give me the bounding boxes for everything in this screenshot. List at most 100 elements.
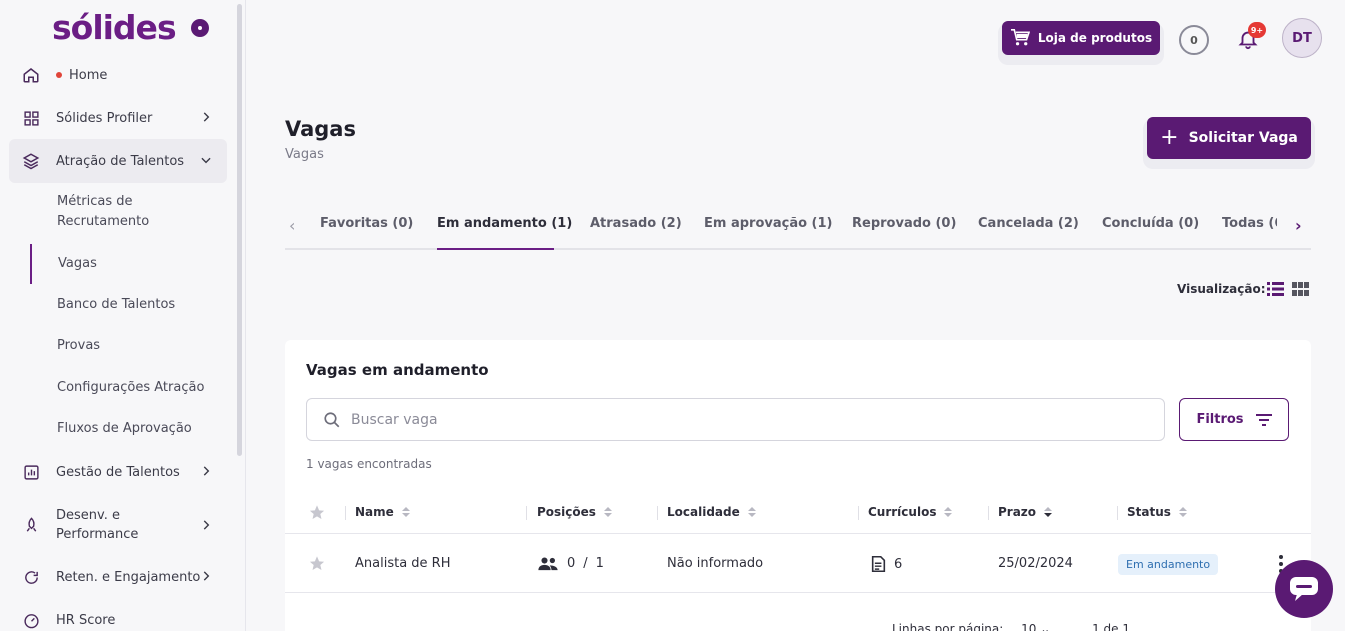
breadcrumb[interactable]: Vagas <box>285 147 324 162</box>
list-view-icon[interactable] <box>1267 282 1284 296</box>
tabs-scroll-right-icon[interactable]: › <box>1295 216 1302 235</box>
column-header-posicoes[interactable]: Posições <box>537 505 612 519</box>
shop-label: Loja de produtos <box>1037 31 1153 45</box>
tab-em-andamento[interactable]: Em andamento (1) <box>437 216 572 231</box>
grid-icon <box>21 108 41 128</box>
cell-resumes[interactable]: 6 <box>871 556 902 572</box>
sidebar-sub-fluxos[interactable]: Fluxos de Aprovação <box>57 419 192 439</box>
sidebar-sub-banco-talentos[interactable]: Banco de Talentos <box>57 295 175 315</box>
sidebar-sub-configuracoes[interactable]: Configurações Atração <box>57 378 204 398</box>
chevron-down-icon <box>201 157 211 164</box>
column-header-curriculos[interactable]: Currículos <box>868 505 953 519</box>
solicitar-vaga-label: Solicitar Vaga <box>1188 130 1298 146</box>
solicitar-vaga-button[interactable]: + Solicitar Vaga <box>1147 117 1311 159</box>
tab-atrasado[interactable]: Atrasado (2) <box>590 216 682 231</box>
column-label: Currículos <box>868 505 937 519</box>
cell-deadline: 25/02/2024 <box>998 556 1073 571</box>
sidebar-item-label: Sólides Profiler <box>56 110 153 126</box>
notification-badge: 9+ <box>1248 22 1266 38</box>
rows-per-page-select[interactable]: 10 ⌄ <box>1021 622 1050 631</box>
column-label: Posições <box>537 505 596 519</box>
column-label: Status <box>1127 505 1171 519</box>
tab-cancelada[interactable]: Cancelada (2) <box>978 216 1079 231</box>
sidebar-scrollbar[interactable] <box>237 4 242 456</box>
cell-name[interactable]: Analista de RH <box>355 556 450 571</box>
sort-icon <box>1178 507 1187 517</box>
chevron-right-icon <box>203 571 210 581</box>
sidebar-item-reten[interactable]: Reten. e Engajamento <box>9 555 227 599</box>
sidebar-item-solides-profiler[interactable]: Sólides Profiler <box>9 96 227 140</box>
star-icon[interactable] <box>308 504 326 521</box>
coins-counter[interactable]: 0 <box>1179 25 1209 55</box>
page-title: Vagas <box>285 117 356 141</box>
column-label: Name <box>355 505 394 519</box>
table-row[interactable]: Analista de RH 0 / 1 Não informado 6 25/… <box>285 535 1311 593</box>
sidebar-item-label: Desenv. e Performance <box>56 506 138 544</box>
sidebar-item-atracao[interactable]: Atração de Talentos <box>9 139 227 183</box>
sort-icon <box>603 507 612 517</box>
sidebar-item-gestao[interactable]: Gestão de Talentos <box>9 450 227 494</box>
shop-button[interactable]: Loja de produtos <box>1002 21 1160 55</box>
sidebar-item-label: HR Score <box>56 612 116 628</box>
sub-label-line1: Métricas de <box>57 194 133 209</box>
label-line1: Desenv. e <box>56 508 120 523</box>
solides-logo[interactable]: sólides <box>52 8 177 47</box>
search-input[interactable] <box>351 411 1131 428</box>
chevron-right-icon <box>203 112 210 122</box>
tabs-scroll-left-icon[interactable]: ‹ <box>289 216 295 235</box>
filter-icon <box>1255 413 1272 426</box>
column-header-name[interactable]: Name <box>355 505 410 519</box>
chevron-right-icon <box>203 520 210 530</box>
column-header-localidade[interactable]: Localidade <box>667 505 756 519</box>
plus-icon: + <box>1160 124 1179 150</box>
chart-icon <box>21 462 41 482</box>
rocket-icon <box>21 515 41 535</box>
column-divider <box>1117 506 1118 520</box>
table-header: Name Posições Localidade Currículos Praz… <box>285 492 1311 534</box>
cell-location: Não informado <box>667 556 764 571</box>
rows-per-page-label: Linhas por página: <box>892 622 1004 631</box>
results-count: 1 vagas encontradas <box>306 457 432 471</box>
chat-button[interactable] <box>1275 560 1333 618</box>
view-label: Visualização: <box>1177 282 1266 296</box>
home-notification-dot <box>56 72 62 78</box>
cart-icon <box>1010 29 1030 46</box>
sidebar-collapse-icon[interactable] <box>191 19 209 37</box>
column-divider <box>345 506 346 520</box>
sidebar-item-hr-score[interactable]: HR Score <box>9 598 227 631</box>
status-tabs: ‹ Favoritas (0) Em andamento (1) Atrasad… <box>285 206 1311 250</box>
tab-favoritas[interactable]: Favoritas (0) <box>320 216 413 231</box>
search-icon <box>324 411 340 427</box>
label-line2: Performance <box>56 527 139 542</box>
positions-total: 1 <box>595 556 604 571</box>
chevron-down-icon: ⌄ <box>1040 622 1051 631</box>
filters-button[interactable]: Filtros <box>1179 398 1289 441</box>
sidebar-sub-provas[interactable]: Provas <box>57 336 100 356</box>
sort-icon <box>401 507 410 517</box>
sidebar-item-home[interactable]: Home <box>9 53 227 97</box>
sidebar-sub-metricas[interactable]: Métricas de Recrutamento <box>57 192 149 232</box>
positions-filled: 0 <box>567 556 576 571</box>
card-title: Vagas em andamento <box>306 361 489 379</box>
sub-label-line2: Recrutamento <box>57 214 150 229</box>
grid-view-icon[interactable] <box>1292 282 1309 296</box>
tab-reprovado[interactable]: Reprovado (0) <box>852 216 956 231</box>
rows-per-page-value: 10 <box>1021 622 1037 631</box>
chat-icon <box>1290 577 1318 601</box>
positions-separator: / <box>583 556 588 571</box>
avatar[interactable]: DT <box>1282 18 1322 58</box>
column-header-prazo[interactable]: Prazo <box>998 505 1053 519</box>
tab-em-aprovacao[interactable]: Em aprovação (1) <box>704 216 832 231</box>
sidebar-item-label: Home <box>69 67 108 83</box>
gauge-icon <box>21 610 41 630</box>
column-header-status[interactable]: Status <box>1127 505 1187 519</box>
search-box[interactable] <box>306 398 1165 441</box>
sidebar-item-desenv[interactable]: Desenv. e Performance <box>9 502 227 548</box>
sidebar-sub-vagas[interactable]: Vagas <box>58 254 97 274</box>
star-icon[interactable] <box>308 555 326 572</box>
filters-label: Filtros <box>1196 412 1244 427</box>
tab-todas[interactable]: Todas (6 <box>1222 216 1277 231</box>
tab-concluida[interactable]: Concluída (0) <box>1102 216 1199 231</box>
column-divider <box>988 506 989 520</box>
active-tab-indicator <box>437 248 554 250</box>
